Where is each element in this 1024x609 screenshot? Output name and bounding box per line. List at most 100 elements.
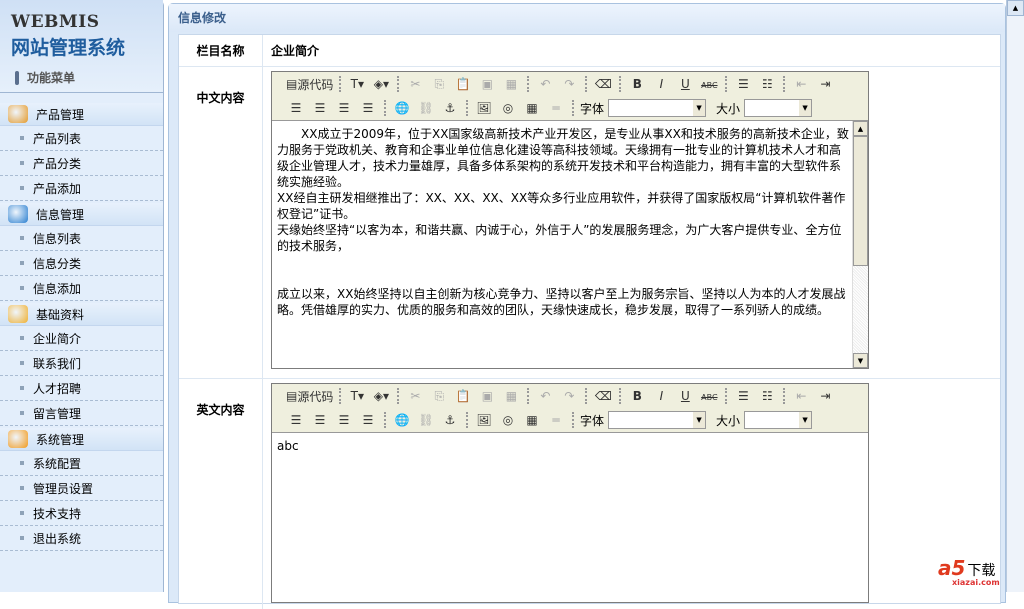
sidebar-item[interactable]: 信息添加 — [0, 276, 163, 301]
bg-color-button[interactable]: ◈▾ — [371, 74, 391, 94]
font-color-button[interactable]: T▾ — [347, 74, 367, 94]
bullet-icon — [20, 511, 24, 515]
align-right-button[interactable]: ☰ — [334, 98, 354, 118]
strike-button[interactable]: ABC — [699, 386, 719, 406]
page-scrollbar[interactable]: ▲ — [1006, 0, 1024, 592]
align-center-button[interactable]: ☰ — [310, 410, 330, 430]
sidebar-item[interactable]: 信息分类 — [0, 251, 163, 276]
link-button[interactable]: 🌐 — [392, 98, 412, 118]
anchor-button[interactable]: ⚓ — [440, 410, 460, 430]
font-select[interactable]: ▼ — [608, 411, 707, 429]
indent-button[interactable]: ⇥ — [815, 386, 835, 406]
sidebar-item[interactable]: 退出系统 — [0, 526, 163, 551]
source-button[interactable]: ▤ 源代码 — [286, 386, 333, 406]
italic-button[interactable]: I — [651, 386, 671, 406]
sidebar-item[interactable]: 管理员设置 — [0, 476, 163, 501]
size-select[interactable]: ▼ — [744, 99, 813, 117]
cn-editor-content[interactable]: XX成立于2009年，位于XX国家级高新技术产业开发区，是专业从事XX和技术服务… — [272, 120, 868, 368]
eraser-button[interactable]: ⌫ — [593, 386, 613, 406]
font-color-button[interactable]: T▾ — [347, 386, 367, 406]
outdent-button[interactable]: ⇤ — [791, 386, 811, 406]
strike-icon: ABC — [701, 81, 718, 90]
size-select[interactable]: ▼ — [744, 411, 813, 429]
unordered-list-button[interactable]: ☷ — [757, 386, 777, 406]
sidebar-item[interactable]: 信息列表 — [0, 226, 163, 251]
sidebar-item[interactable]: 留言管理 — [0, 401, 163, 426]
underline-button[interactable]: U — [675, 74, 695, 94]
image-button[interactable]: 🖼 — [474, 98, 494, 118]
copy-button[interactable]: ⎘ — [429, 74, 449, 94]
paste-text-button[interactable]: ▣ — [477, 386, 497, 406]
justify-button[interactable]: ☰ — [358, 98, 378, 118]
paste-text-button[interactable]: ▣ — [477, 74, 497, 94]
align-right-button[interactable]: ☰ — [334, 410, 354, 430]
sidebar-item[interactable]: 人才招聘 — [0, 376, 163, 401]
bullet-icon — [20, 486, 24, 490]
cut-button[interactable]: ✂ — [405, 386, 425, 406]
table-button[interactable]: ▦ — [522, 98, 542, 118]
sidebar-item[interactable]: 系统配置 — [0, 451, 163, 476]
justify-button[interactable]: ☰ — [358, 410, 378, 430]
bullet-icon — [20, 136, 24, 140]
outdent-button[interactable]: ⇤ — [791, 74, 811, 94]
column-name-value: 企业简介 — [271, 44, 320, 58]
redo-button[interactable]: ↷ — [559, 74, 579, 94]
bullet-icon — [20, 161, 24, 165]
ordered-list-button[interactable]: ☰ — [733, 74, 753, 94]
sidebar-item[interactable]: 联系我们 — [0, 351, 163, 376]
eraser-icon: ⌫ — [594, 389, 612, 403]
sidebar-item[interactable]: 产品添加 — [0, 176, 163, 201]
font-select[interactable]: ▼ — [608, 99, 707, 117]
scroll-up-icon[interactable]: ▲ — [1007, 0, 1024, 16]
menu-group-3[interactable]: 系统管理 — [0, 428, 163, 451]
indent-button[interactable]: ⇥ — [815, 74, 835, 94]
link-button[interactable]: 🌐 — [392, 410, 412, 430]
table-button[interactable]: ▦ — [522, 410, 542, 430]
sidebar-item[interactable]: 产品分类 — [0, 151, 163, 176]
sidebar-item[interactable]: 企业简介 — [0, 326, 163, 351]
underline-button[interactable]: U — [675, 386, 695, 406]
unlink-button[interactable]: ⛓ — [416, 98, 436, 118]
unordered-list-button[interactable]: ☷ — [757, 74, 777, 94]
source-button[interactable]: ▤ 源代码 — [286, 74, 333, 94]
paste-button[interactable]: 📋 — [453, 74, 473, 94]
menu-group-1[interactable]: 信息管理 — [0, 203, 163, 226]
eraser-button[interactable]: ⌫ — [593, 74, 613, 94]
menu-group-2[interactable]: 基础资料 — [0, 303, 163, 326]
undo-button[interactable]: ↶ — [535, 74, 555, 94]
strike-button[interactable]: ABC — [699, 74, 719, 94]
bold-button[interactable]: B — [627, 74, 647, 94]
italic-button[interactable]: I — [651, 74, 671, 94]
undo-button[interactable]: ↶ — [535, 386, 555, 406]
flash-button[interactable]: ◎ — [498, 410, 518, 430]
scroll-down-icon[interactable]: ▼ — [853, 353, 868, 368]
bold-button[interactable]: B — [627, 386, 647, 406]
en-editor-content[interactable]: abc — [272, 432, 868, 602]
copy-button[interactable]: ⎘ — [429, 386, 449, 406]
paste-word-button[interactable]: ▦ — [501, 386, 521, 406]
ordered-list-button[interactable]: ☰ — [733, 386, 753, 406]
bg-color-button[interactable]: ◈▾ — [371, 386, 391, 406]
flash-button[interactable]: ◎ — [498, 98, 518, 118]
sidebar-item[interactable]: 产品列表 — [0, 126, 163, 151]
menu-group-0[interactable]: 产品管理 — [0, 103, 163, 126]
anchor-button[interactable]: ⚓ — [440, 98, 460, 118]
cut-button[interactable]: ✂ — [405, 74, 425, 94]
paste-button[interactable]: 📋 — [453, 386, 473, 406]
editor-toolbar-row-2: ☰ ☰ ☰ ☰ 🌐 ⛓ ⚓ 🖼 ◎ ▦ ═ 字体 ▼ 大小 ▼ — [272, 408, 868, 432]
unlink-icon: ⛓ — [418, 101, 434, 115]
image-button[interactable]: 🖼 — [474, 410, 494, 430]
scroll-up-icon[interactable]: ▲ — [853, 121, 868, 136]
align-center-button[interactable]: ☰ — [310, 98, 330, 118]
scroll-thumb[interactable] — [853, 136, 868, 266]
scrollbar[interactable]: ▲ ▼ — [852, 121, 868, 368]
align-left-button[interactable]: ☰ — [286, 98, 306, 118]
paste-word-button[interactable]: ▦ — [501, 74, 521, 94]
sidebar-item[interactable]: 技术支持 — [0, 501, 163, 526]
align-left-button[interactable]: ☰ — [286, 410, 306, 430]
redo-button[interactable]: ↷ — [559, 386, 579, 406]
unlink-button[interactable]: ⛓ — [416, 410, 436, 430]
hr-button[interactable]: ═ — [546, 98, 566, 118]
sidebar-item-label: 产品分类 — [33, 156, 82, 171]
hr-button[interactable]: ═ — [546, 410, 566, 430]
